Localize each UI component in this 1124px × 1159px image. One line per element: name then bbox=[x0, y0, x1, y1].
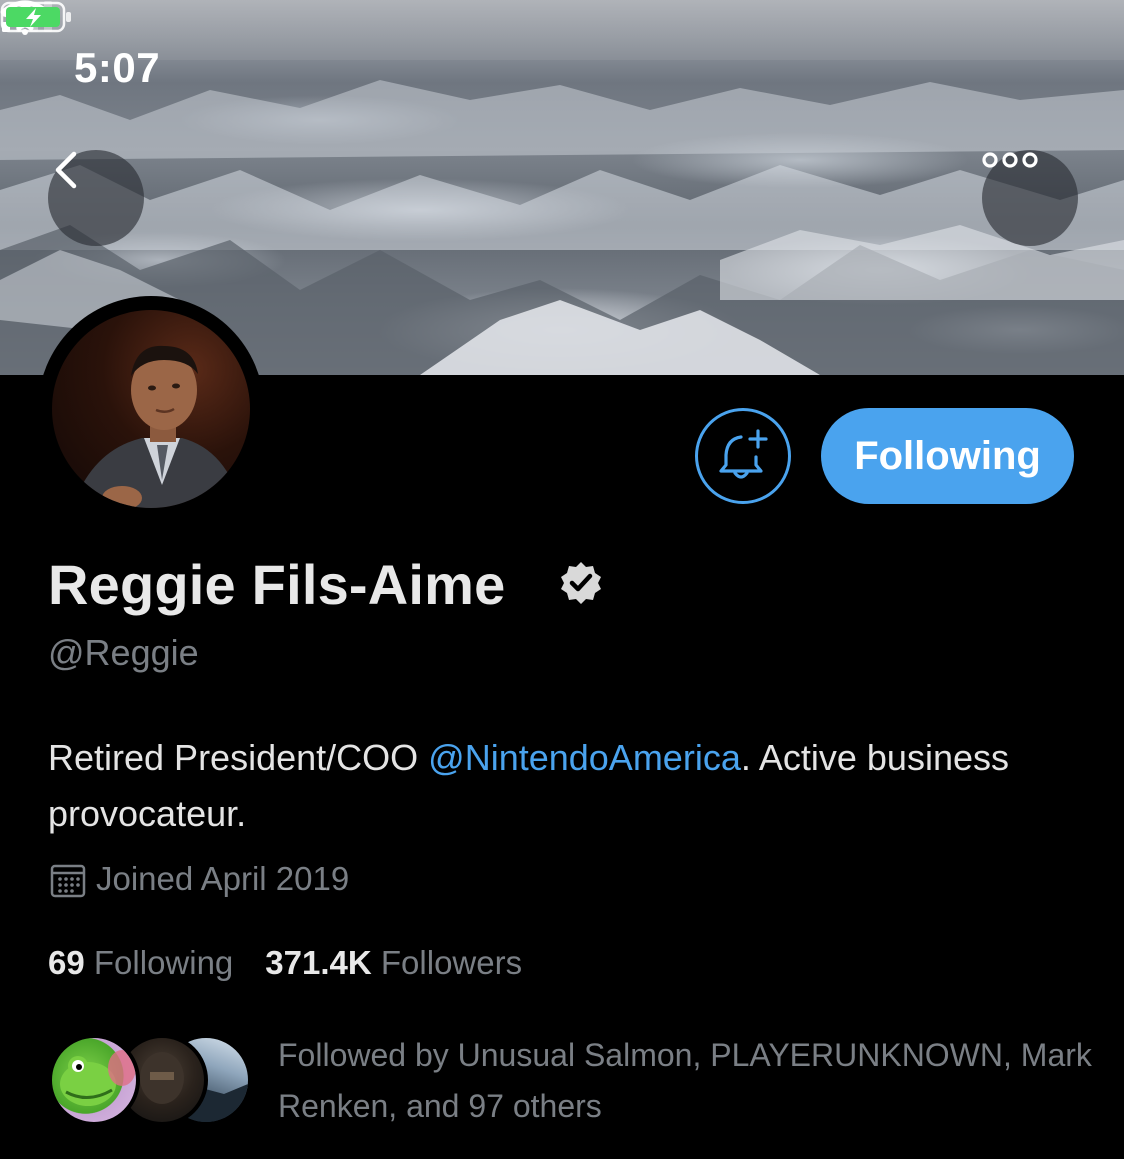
followers-count: 371.4K bbox=[265, 944, 372, 981]
calendar-icon bbox=[50, 864, 86, 898]
following-button[interactable]: Following bbox=[821, 408, 1074, 504]
followed-by-text[interactable]: Followed by Unusual Salmon, PLAYERUNKNOW… bbox=[278, 1030, 1098, 1132]
notifications-button[interactable] bbox=[695, 408, 791, 504]
followers-stat[interactable]: 371.4K Followers bbox=[265, 944, 522, 981]
user-handle: @Reggie bbox=[48, 632, 199, 673]
following-count: 69 bbox=[48, 944, 85, 981]
battery-charging-icon bbox=[0, 1, 71, 33]
following-stat-label: Following bbox=[93, 944, 234, 981]
followers-stat-label: Followers bbox=[380, 944, 523, 981]
profile-avatar[interactable] bbox=[38, 296, 264, 522]
joined-date: Joined April 2019 bbox=[96, 860, 350, 897]
avatar-photo bbox=[72, 345, 242, 508]
bio-mention-link[interactable]: @NintendoAmerica bbox=[428, 737, 741, 778]
more-horizontal-icon bbox=[982, 152, 1038, 168]
follow-stats: 69 Following 371.4K Followers bbox=[48, 944, 522, 982]
follower-avatar[interactable] bbox=[48, 1034, 140, 1126]
more-options-button[interactable] bbox=[982, 150, 1078, 246]
bio-text: Retired President/COO bbox=[48, 737, 429, 778]
following-stat[interactable]: 69 Following bbox=[48, 944, 233, 981]
back-button[interactable] bbox=[48, 150, 144, 246]
status-time: 5:07 bbox=[74, 44, 161, 91]
display-name: Reggie Fils-Aime bbox=[48, 553, 506, 616]
frog-avatar-image bbox=[60, 1050, 136, 1106]
profile-bio: Retired President/COO @NintendoAmerica. … bbox=[48, 730, 1048, 842]
chevron-left-icon bbox=[55, 151, 77, 189]
bell-plus-icon bbox=[719, 429, 768, 479]
verified-badge-icon bbox=[561, 562, 601, 604]
